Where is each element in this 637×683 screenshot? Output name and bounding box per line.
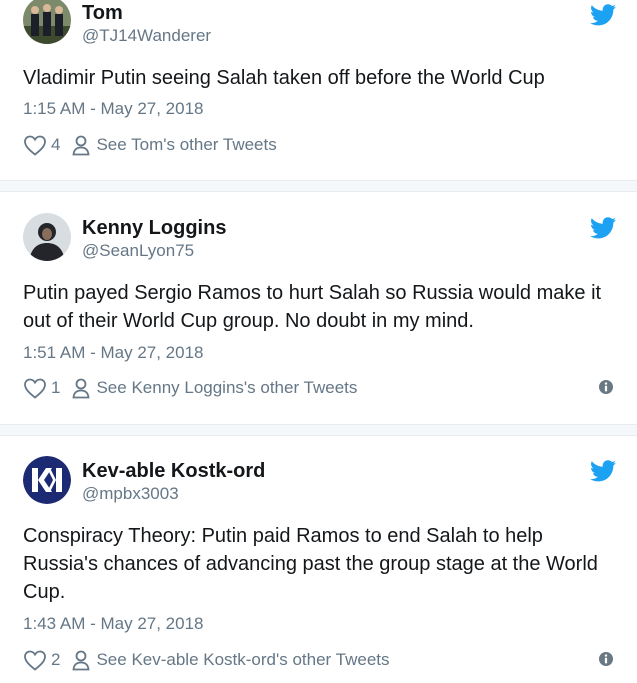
tweet-actions: 1 See Kenny Loggins's other Tweets: [23, 375, 357, 401]
author-handle[interactable]: @mpbx3003: [82, 484, 179, 504]
twitter-bird-icon[interactable]: [590, 460, 616, 482]
like-count: 2: [51, 650, 61, 669]
tweet-card: Kenny Loggins @SeanLyon75 Putin payed Se…: [0, 192, 637, 424]
tweet-card: Kev-able Kostk-ord @mpbx3003 Conspiracy …: [0, 436, 637, 683]
heart-outline-icon[interactable]: [23, 377, 47, 399]
tweet-card: Tom @TJ14Wanderer Vladimir Putin seeing …: [0, 0, 637, 180]
avatar[interactable]: [23, 456, 71, 504]
tweet-timestamp[interactable]: 1:43 AM - May 27, 2018: [23, 614, 204, 634]
tweet-text: Putin payed Sergio Ramos to hurt Salah s…: [23, 282, 602, 332]
tweet-separator: [0, 424, 637, 436]
tweet-separator: [0, 180, 637, 192]
twitter-bird-icon[interactable]: [590, 4, 616, 26]
info-circle-icon[interactable]: [598, 379, 614, 395]
see-other-tweets-link[interactable]: See Tom's other Tweets: [96, 135, 276, 155]
person-avatar: [23, 213, 71, 261]
see-other-tweets-link[interactable]: See Kenny Loggins's other Tweets: [96, 378, 357, 398]
kk-logo-avatar: [23, 456, 71, 504]
heart-outline-icon[interactable]: [23, 134, 47, 156]
person-outline-icon: [72, 650, 90, 671]
see-other-tweets-link[interactable]: See Kev-able Kostk-ord's other Tweets: [96, 650, 389, 670]
tweet-text: Vladimir Putin seeing Salah taken off be…: [23, 67, 545, 89]
author-name[interactable]: Kenny Loggins: [82, 217, 226, 240]
person-outline-icon: [72, 378, 90, 399]
tweet-actions: 2 See Kev-able Kostk-ord's other Tweets: [23, 647, 390, 673]
like-count: 1: [51, 378, 61, 397]
avatar[interactable]: [23, 0, 71, 44]
author-name[interactable]: Tom: [82, 2, 123, 25]
tweet-actions: 4 See Tom's other Tweets: [23, 132, 277, 158]
heart-outline-icon[interactable]: [23, 649, 47, 671]
tweet-text: Conspiracy Theory: Putin paid Ramos to e…: [23, 525, 598, 603]
tweet-timestamp[interactable]: 1:15 AM - May 27, 2018: [23, 99, 204, 119]
like-count: 4: [51, 135, 61, 154]
author-handle[interactable]: @TJ14Wanderer: [82, 26, 211, 46]
twitter-bird-icon[interactable]: [590, 217, 616, 239]
author-name[interactable]: Kev-able Kostk-ord: [82, 460, 265, 483]
person-outline-icon: [72, 135, 90, 156]
info-circle-icon[interactable]: [598, 651, 614, 667]
avatar[interactable]: [23, 213, 71, 261]
group-photo-avatar: [23, 0, 71, 44]
tweet-timestamp[interactable]: 1:51 AM - May 27, 2018: [23, 343, 204, 363]
author-handle[interactable]: @SeanLyon75: [82, 241, 194, 261]
